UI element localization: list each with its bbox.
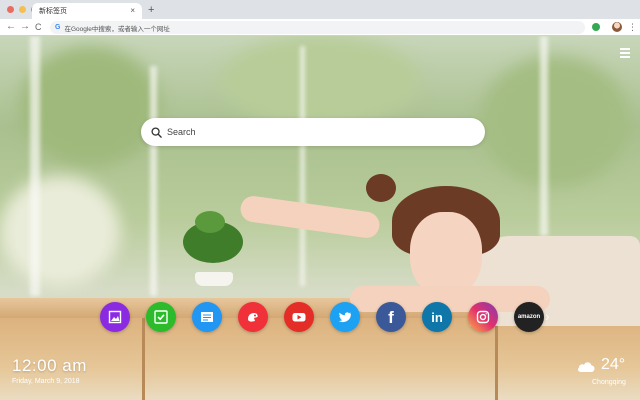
gamepad-icon <box>248 313 258 322</box>
tree-trunk <box>540 36 548 236</box>
tab-bar: 新标签页 × + <box>0 0 640 19</box>
shortcut-instagram[interactable] <box>468 302 498 332</box>
note-icon <box>201 312 213 322</box>
image-icon <box>108 310 122 324</box>
tree-trunk <box>300 46 305 286</box>
profile-avatar[interactable] <box>612 22 622 32</box>
background-foliage <box>220 36 420 126</box>
shortcut-photo-editor[interactable] <box>100 302 130 332</box>
background-light <box>0 176 120 286</box>
back-button[interactable]: ← <box>6 21 16 33</box>
amazon-icon: amazon <box>517 314 541 320</box>
tab-new-tab[interactable]: 新标签页 × <box>32 3 142 19</box>
twitter-icon <box>338 312 351 323</box>
person-arm <box>238 194 382 240</box>
cloud-icon <box>577 362 595 372</box>
shortcut-bar: f in amazon <box>100 302 544 332</box>
search-box[interactable] <box>141 118 485 146</box>
forward-button[interactable]: → <box>20 21 30 33</box>
shortcut-twitter[interactable] <box>330 302 360 332</box>
tree-trunk <box>150 66 157 296</box>
shortcut-linkedin[interactable]: in <box>422 302 452 332</box>
new-tab-button[interactable]: + <box>148 3 154 17</box>
instagram-icon <box>476 310 490 324</box>
facebook-icon: f <box>388 307 394 327</box>
next-shortcuts-button[interactable]: › <box>545 308 550 324</box>
shortcut-checklist[interactable] <box>146 302 176 332</box>
background-foliage <box>20 46 160 166</box>
weather-city: Chongqing <box>592 379 626 386</box>
close-window-button[interactable] <box>7 6 14 13</box>
extension-icon[interactable] <box>592 23 600 31</box>
shortcut-youtube[interactable] <box>284 302 314 332</box>
google-icon: G <box>55 24 61 31</box>
reload-button[interactable]: C <box>35 21 42 33</box>
menu-icon[interactable] <box>620 48 630 60</box>
shortcut-facebook[interactable]: f <box>376 302 406 332</box>
new-tab-page: f in amazon › 12:00 am Friday, March 9, … <box>0 36 640 400</box>
person-hair-bun <box>366 174 396 202</box>
youtube-icon <box>292 313 306 322</box>
tree-trunk <box>30 36 40 296</box>
weather-temperature: 24° <box>601 356 626 373</box>
search-icon <box>151 126 162 138</box>
shortcut-game[interactable] <box>238 302 268 332</box>
clock-date: Friday, March 9, 2018 <box>12 378 80 385</box>
search-input[interactable] <box>167 127 467 137</box>
omnibox-placeholder: 在Google中搜索，或者输入一个网址 <box>64 25 170 33</box>
check-icon <box>154 310 168 324</box>
background-foliage <box>480 56 630 186</box>
browser-menu-icon[interactable]: ⋮ <box>628 21 637 33</box>
plant-leaves <box>195 211 225 233</box>
clock-time: 12:00 am <box>12 356 87 375</box>
tab-close-icon[interactable]: × <box>130 7 135 15</box>
person-face <box>410 212 482 296</box>
omnibox[interactable]: G 在Google中搜索，或者输入一个网址 <box>50 21 585 34</box>
tab-title: 新标签页 <box>39 8 67 15</box>
minimize-window-button[interactable] <box>19 6 26 13</box>
linkedin-icon: in <box>431 309 443 325</box>
shortcut-amazon[interactable]: amazon <box>514 302 544 332</box>
shortcut-notes[interactable] <box>192 302 222 332</box>
browser-toolbar: ← → C G 在Google中搜索，或者输入一个网址 ⋮ <box>0 19 640 36</box>
plant-pot <box>195 272 233 286</box>
